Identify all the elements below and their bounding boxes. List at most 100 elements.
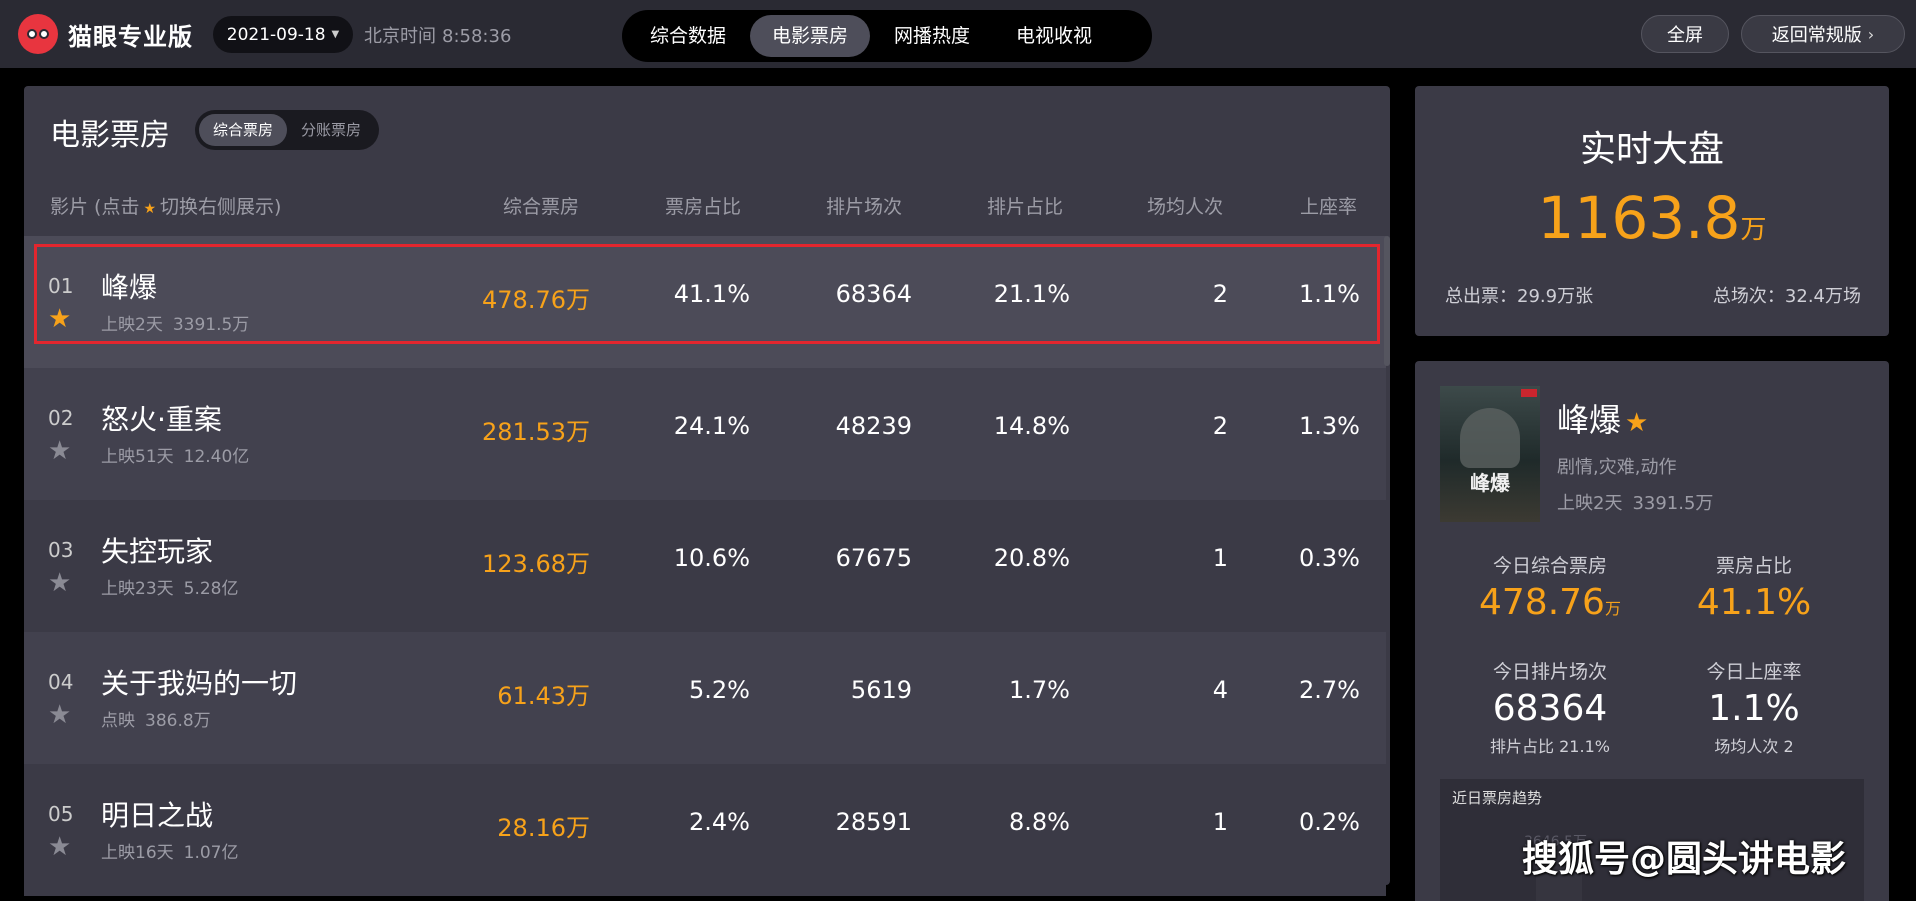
tab-overall-data[interactable]: 综合数据 [628, 15, 748, 57]
total-gross: 5.28亿 [183, 579, 239, 599]
stat-note: 场均人次 2 [1714, 737, 1794, 756]
chevron-down-icon: ▼ [331, 29, 340, 40]
back-label: 返回常规版 [1771, 25, 1862, 46]
show-share-value: 1.7% [1009, 676, 1070, 704]
star-icon[interactable]: ★ [48, 438, 71, 464]
occupancy-value: 0.2% [1299, 808, 1360, 836]
realtime-panel: 实时大盘 1163.8万 总出票：29.9万张 总场次：32.4万场 [1415, 86, 1889, 336]
shows-value: 28591 [835, 808, 912, 836]
col-shows: 排片场次 [826, 196, 903, 218]
release-days: 上映51天 [101, 447, 174, 467]
beijing-clock: 北京时间 8:58:36 [364, 22, 511, 48]
table-row[interactable]: 03 ★ 失控玩家 上映23天 5.28亿 123.68万 10.6% 67675… [24, 500, 1386, 632]
cat-eye-logo-icon [18, 14, 58, 54]
realtime-title: 实时大盘 [1579, 129, 1724, 170]
star-icon[interactable]: ★ [1625, 408, 1648, 438]
tab-tv-ratings[interactable]: 电视收视 [994, 15, 1114, 57]
poster-badge [1521, 389, 1537, 397]
release-days: 点映 [101, 711, 135, 731]
toggle-split[interactable]: 分账票房 [287, 114, 375, 146]
box-office-value: 61.43万 [497, 682, 590, 710]
shows-value: 67675 [835, 544, 912, 572]
stat-share: 票房占比 41.1% [1649, 551, 1859, 623]
avg-viewers-value: 1 [1212, 808, 1228, 836]
movie-name: 明日之战 [101, 799, 214, 832]
col-occupancy: 上座率 [1300, 196, 1358, 218]
table-row[interactable]: 02 ★ 怒火·重案 上映51天 12.40亿 281.53万 24.1% 482… [24, 368, 1386, 500]
show-share-value: 8.8% [1009, 808, 1070, 836]
toggle-combined[interactable]: 综合票房 [199, 114, 287, 146]
clock-time: 8:58:36 [442, 26, 512, 47]
release-days: 上映16天 [101, 843, 174, 863]
table-row[interactable]: 04 ★ 关于我妈的一切 点映 386.8万 61.43万 5.2% 5619 1… [24, 632, 1386, 764]
total-gross: 1.07亿 [183, 843, 239, 863]
col-avg-viewers: 场均人次 [1147, 196, 1224, 218]
total-gross: 3391.5万 [1632, 493, 1714, 514]
selected-row-highlight [34, 244, 1380, 344]
rank: 05 [48, 802, 74, 826]
movie-name: 关于我妈的一切 [101, 667, 298, 700]
total-tickets: 总出票：29.9万张 [1445, 286, 1594, 307]
date-value: 2021-09-18 [226, 24, 326, 45]
total-shows: 总场次：32.4万场 [1712, 286, 1861, 307]
show-share-value: 20.8% [993, 544, 1070, 572]
clock-label: 北京时间 [364, 26, 436, 47]
tab-web-streaming[interactable]: 网播热度 [872, 15, 992, 57]
top-bar: 猫眼专业版 2021-09-18 ▼ 北京时间 8:58:36 综合数据 电影票房… [0, 0, 1916, 68]
chevron-right-icon: › [1867, 24, 1875, 44]
logo-text: 猫眼专业版 [68, 22, 193, 51]
movie-meta: 上映16天 1.07亿 [101, 838, 239, 863]
stat-unit: 万 [1604, 599, 1621, 618]
stat-label: 票房占比 [1715, 555, 1792, 577]
app-logo[interactable]: 猫眼专业版 [18, 14, 193, 54]
movie-meta: 上映51天 12.40亿 [101, 442, 249, 467]
col-box-office: 综合票房 [503, 196, 580, 218]
shows-value: 5619 [850, 676, 912, 704]
total-gross: 386.8万 [145, 711, 211, 731]
stat-label: 今日上座率 [1706, 661, 1802, 683]
stat-label: 今日排片场次 [1492, 661, 1607, 683]
rank: 02 [48, 406, 74, 430]
list-scrollbar[interactable] [1384, 236, 1390, 366]
release-days: 上映23天 [101, 579, 174, 599]
movie-release: 上映2天 3391.5万 [1557, 489, 1713, 515]
stat-value: 68364 [1492, 688, 1608, 729]
detail-name-text: 峰爆 [1557, 401, 1622, 439]
col-film-prefix: 影片 (点击 [50, 196, 140, 218]
fullscreen-button[interactable]: 全屏 [1641, 15, 1729, 53]
table-row[interactable]: 05 ★ 明日之战 上映16天 1.07亿 28.16万 2.4% 28591 8… [24, 764, 1386, 896]
star-icon[interactable]: ★ [48, 834, 71, 860]
stat-label: 今日综合票房 [1492, 555, 1607, 577]
movie-poster: 峰爆 [1440, 386, 1540, 522]
col-film-suffix: 切换右侧展示) [160, 196, 282, 218]
realtime-total: 1163.8万 [1415, 184, 1889, 252]
back-to-normal-button[interactable]: 返回常规版 › [1741, 15, 1905, 53]
date-picker[interactable]: 2021-09-18 ▼ [213, 16, 353, 53]
rank: 04 [48, 670, 74, 694]
trend-title: 近日票房趋势 [1452, 789, 1543, 807]
release-days: 上映2天 [1557, 493, 1623, 514]
movie-name: 怒火·重案 [101, 403, 222, 436]
col-share: 票房占比 [665, 196, 742, 218]
panel-title: 电影票房 [50, 118, 170, 153]
stat-value: 1.1% [1708, 688, 1800, 729]
box-office-value: 281.53万 [482, 418, 590, 446]
avg-viewers-value: 1 [1212, 544, 1228, 572]
col-show-share: 排片占比 [987, 196, 1064, 218]
star-icon[interactable]: ★ [48, 570, 71, 596]
box-office-type-toggle: 综合票房 分账票房 [195, 110, 379, 150]
star-icon: ★ [143, 201, 157, 217]
total-gross: 12.40亿 [183, 447, 250, 467]
stat-today-box-office: 今日综合票房 478.76万 [1445, 551, 1655, 623]
rank: 03 [48, 538, 74, 562]
poster-figure [1460, 408, 1520, 468]
col-film: 影片 (点击 ★ 切换右侧展示) [50, 192, 281, 219]
share-value: 10.6% [673, 544, 750, 572]
star-icon[interactable]: ★ [48, 702, 71, 728]
tab-movie-box-office[interactable]: 电影票房 [750, 15, 871, 57]
movie-meta: 上映23天 5.28亿 [101, 574, 239, 599]
stat-today-occupancy: 今日上座率 1.1% 场均人次 2 [1649, 657, 1859, 757]
box-office-value: 28.16万 [497, 814, 590, 842]
shows-value: 48239 [835, 412, 912, 440]
movie-detail-panel: 峰爆 峰爆 ★ 剧情,灾难,动作 上映2天 3391.5万 今日综合票房 478.7… [1415, 361, 1889, 901]
